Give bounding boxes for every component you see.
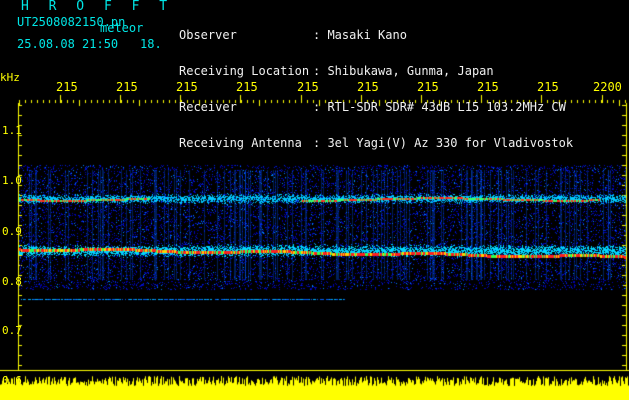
freq-unit-label: kHz — [0, 71, 20, 84]
freq-tick-label: 0.6 — [2, 374, 22, 387]
info-value-receiver: : RTL-SDR SDR# 43dB L15 103.2MHz CW — [313, 100, 566, 114]
freq-tick-label: 1.1 — [2, 124, 22, 137]
app-title: H R O F F T — [21, 0, 174, 14]
time-tick-label: 215 — [236, 80, 258, 94]
freq-tick-label: 0.8 — [2, 275, 22, 288]
freq-tick-label: 0.9 — [2, 225, 22, 238]
time-tick-label: 215 — [417, 80, 439, 94]
meteor-tag: meteor — [100, 21, 144, 35]
extra-label: 18. — [140, 37, 162, 51]
datetime-label: 25.08.08 21:50 — [17, 37, 119, 51]
info-label-location: Receiving Location — [179, 64, 310, 78]
info-value-location: : Shibukawa, Gunma, Japan — [313, 64, 494, 78]
time-tick-label: 215 — [537, 80, 559, 94]
freq-tick-label: 1.0 — [2, 174, 22, 187]
info-value-antenna: : 3el Yagi(V) Az 330 for Vladivostok — [313, 136, 574, 150]
info-label-receiver: Receiver — [179, 100, 237, 114]
time-tick-label: 215 — [297, 80, 319, 94]
info-values: : Masaki Kano : Shibukawa, Gunma, Japan … — [313, 5, 573, 161]
info-label-antenna: Receiving Antenna — [179, 136, 302, 150]
time-tick-label: 215 — [116, 80, 138, 94]
time-tick-label: 215 — [477, 80, 499, 94]
time-tick-label: 215 — [357, 80, 379, 94]
time-tick-label: 215 — [176, 80, 198, 94]
info-label-observer: Observer — [179, 28, 237, 42]
info-value-observer: : Masaki Kano — [313, 28, 407, 42]
time-tick-label: 215 — [56, 80, 78, 94]
freq-tick-label: 0.7 — [2, 324, 22, 337]
time-tick-label: 2200 — [593, 80, 622, 94]
